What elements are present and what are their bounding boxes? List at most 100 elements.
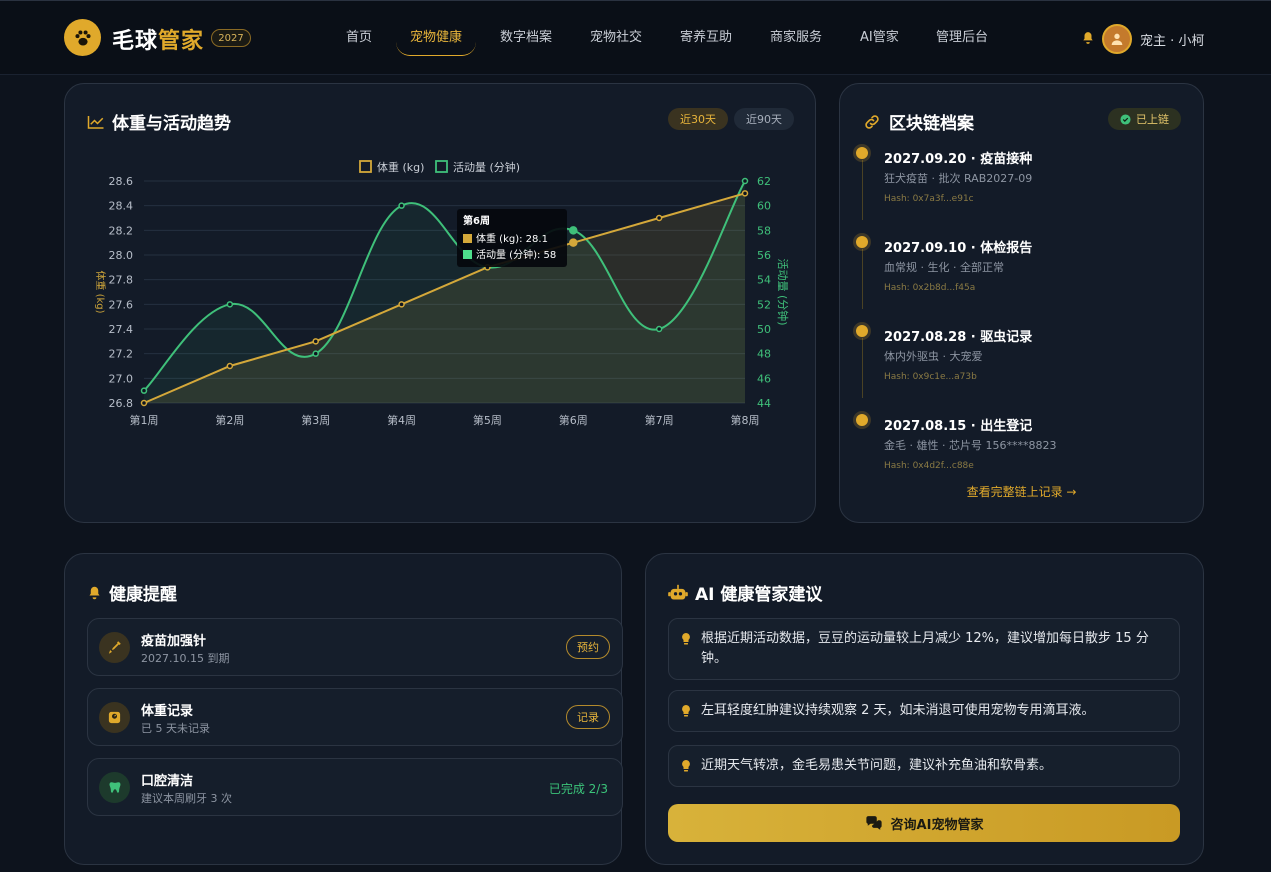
timeline-dot xyxy=(856,325,868,337)
record-weight-button[interactable]: 记录 xyxy=(566,705,610,729)
activity-point xyxy=(741,177,749,185)
tooltip-swatch-weight xyxy=(463,234,472,243)
avatar[interactable] xyxy=(1102,24,1132,54)
link-icon xyxy=(865,114,879,129)
chain-record-item[interactable]: 2027.08.15 · 出生登记 金毛 · 雄性 · 芯片号 156****8… xyxy=(884,415,1056,471)
timeline-dot xyxy=(856,414,868,426)
nav-item-home[interactable]: 首页 xyxy=(346,28,372,56)
lightbulb-icon xyxy=(682,760,690,772)
nav-item-merchant[interactable]: 商家服务 xyxy=(770,28,822,56)
activity-point xyxy=(398,202,405,209)
weight-point xyxy=(226,362,234,370)
record-hash: Hash: 0x9c1e...a73b xyxy=(884,372,977,382)
view-all-records-link[interactable]: 查看完整链上记录 → xyxy=(840,483,1203,500)
reminder-subtitle: 建议本周刷牙 3 次 xyxy=(141,792,232,805)
lightbulb-icon xyxy=(682,705,690,717)
reminders-card-title: 健康提醒 xyxy=(87,580,177,605)
line-chart-icon xyxy=(87,115,104,129)
y2-tick-label: 60 xyxy=(757,200,771,213)
chat-bubbles-icon xyxy=(865,816,882,830)
x-tick-label: 第7周 xyxy=(645,413,674,427)
trend-chart-svg: 26.8 27.0 27.2 27.4 27.6 27.8 28.0 28.2 28.4 28.6… xyxy=(94,160,790,427)
ai-advice-item: 根据近期活动数据，豆豆的运动量较上月减少 12%，建议增加每日散步 15 分钟。 xyxy=(668,618,1180,680)
book-appointment-button[interactable]: 预约 xyxy=(566,635,610,659)
y2-tick-label: 44 xyxy=(757,397,771,410)
y-tick-label: 28.2 xyxy=(109,224,134,237)
syringe-icon xyxy=(99,632,130,663)
y-tick-label: 27.6 xyxy=(109,298,134,311)
record-desc: 金毛 · 雄性 · 芯片号 156****8823 xyxy=(884,439,1057,452)
y-tick-label: 27.2 xyxy=(109,348,134,361)
nav-item-admin[interactable]: 管理后台 xyxy=(936,28,988,56)
timeline-line xyxy=(862,160,863,220)
blockchain-records-card: 区块链档案 已上链 2027.09.20 · 疫苗接种 狂犬疫苗 · 批次 RA… xyxy=(839,83,1204,523)
reminder-subtitle: 已 5 天未记录 xyxy=(141,722,210,735)
year-badge: 2027 xyxy=(211,29,251,47)
bell-icon[interactable] xyxy=(1081,30,1095,50)
y-tick-label: 27.8 xyxy=(109,274,134,287)
weight-point xyxy=(655,214,663,222)
on-chain-status-badge: 已上链 xyxy=(1108,108,1181,130)
activity-point xyxy=(655,325,663,333)
lightbulb-icon xyxy=(682,633,690,645)
tooltip-title: 第6周 xyxy=(463,214,490,227)
chain-record-item[interactable]: 2027.09.20 · 疫苗接种 狂犬疫苗 · 批次 RAB2027-09 H… xyxy=(884,148,1032,204)
activity-point xyxy=(140,387,148,394)
scale-icon xyxy=(99,702,130,733)
reminder-title: 体重记录 xyxy=(141,704,194,719)
weight-activity-trend-card: 体重与活动趋势 近30天 近90天 26.8 27.0 27.2 27.4 27.6 27… xyxy=(64,83,816,523)
weight-point xyxy=(312,338,319,345)
nav-item-boarding[interactable]: 寄养互助 xyxy=(680,28,732,56)
legend-label-activity: 活动量 (分钟) xyxy=(453,160,520,174)
legend-label-weight: 体重 (kg) xyxy=(377,160,424,174)
activity-point xyxy=(312,350,319,357)
user-name[interactable]: 宠主 · 小柯 xyxy=(1140,30,1204,49)
y-tick-label: 28.6 xyxy=(109,175,134,188)
brand-name[interactable]: 毛球管家 xyxy=(112,23,204,55)
ai-advice-item: 近期天气转凉，金毛易患关节问题，建议补充鱼油和软骨素。 xyxy=(668,745,1180,787)
y-tick-label: 28.4 xyxy=(109,200,134,213)
weight-point xyxy=(140,399,148,407)
nav-item-pet-health[interactable]: 宠物健康 xyxy=(396,28,477,56)
record-hash: Hash: 0x2b8d...f45a xyxy=(884,283,976,293)
range-30-days-button[interactable]: 近30天 xyxy=(668,108,728,130)
reminder-item-vaccine[interactable]: 疫苗加强针 2027.10.15 到期 预约 xyxy=(87,618,623,676)
timeline-dot xyxy=(856,147,868,159)
reminder-item-dental[interactable]: 口腔清洁 建议本周刷牙 3 次 已完成 2/3 xyxy=(87,758,623,816)
chain-record-item[interactable]: 2027.09.10 · 体检报告 血常规 · 生化 · 全部正常 Hash: … xyxy=(884,237,1032,293)
y-tick-label: 26.8 xyxy=(109,397,134,410)
chain-card-title: 区块链档案 xyxy=(862,109,974,134)
timeline-line xyxy=(862,338,863,398)
reminder-subtitle: 2027.10.15 到期 xyxy=(141,652,230,665)
chain-record-item[interactable]: 2027.08.28 · 驱虫记录 体内外驱虫 · 大宠爱 Hash: 0x9c… xyxy=(884,326,1032,382)
legend-swatch-weight xyxy=(359,160,372,173)
record-title: 2027.08.15 · 出生登记 xyxy=(884,419,1033,434)
x-tick-label: 第8周 xyxy=(731,413,760,427)
weight-point xyxy=(398,301,405,308)
range-90-days-button[interactable]: 近90天 xyxy=(734,108,794,130)
ai-advice-card: AI 健康管家建议 根据近期活动数据，豆豆的运动量较上月减少 12%，建议增加每… xyxy=(645,553,1204,865)
trend-chart: 26.8 27.0 27.2 27.4 27.6 27.8 28.0 28.2 28.4 28.6… xyxy=(85,152,795,442)
y-tick-label: 28.0 xyxy=(109,249,134,262)
tooltip-line-activity: 活动量 (分钟): 58 xyxy=(476,248,556,261)
reminder-item-weight[interactable]: 体重记录 已 5 天未记录 记录 xyxy=(87,688,623,746)
consult-ai-button[interactable]: 咨询AI宠物管家 xyxy=(668,804,1180,842)
x-tick-label: 第2周 xyxy=(215,413,244,427)
tooth-icon xyxy=(99,772,130,803)
robot-icon xyxy=(668,584,688,600)
top-navigation-bar: 毛球管家 2027 首页 宠物健康 数字档案 宠物社交 寄养互助 商家服务 AI… xyxy=(0,0,1271,75)
timeline-line xyxy=(862,249,863,309)
y2-tick-label: 54 xyxy=(757,274,771,287)
nav-item-ai-butler[interactable]: AI管家 xyxy=(860,28,899,56)
record-title: 2027.09.20 · 疫苗接种 xyxy=(884,152,1033,167)
paw-logo-icon[interactable] xyxy=(64,19,101,56)
y2-tick-label: 62 xyxy=(757,175,771,188)
x-tick-label: 第1周 xyxy=(130,413,159,427)
reminder-title: 疫苗加强针 xyxy=(141,634,207,649)
record-hash: Hash: 0x4d2f...c88e xyxy=(884,461,974,471)
y2-tick-label: 56 xyxy=(757,249,771,262)
nav-item-digital-records[interactable]: 数字档案 xyxy=(500,28,552,56)
nav-item-pet-social[interactable]: 宠物社交 xyxy=(590,28,642,56)
y2-tick-label: 52 xyxy=(757,298,771,311)
trend-card-title: 体重与活动趋势 xyxy=(87,109,231,134)
